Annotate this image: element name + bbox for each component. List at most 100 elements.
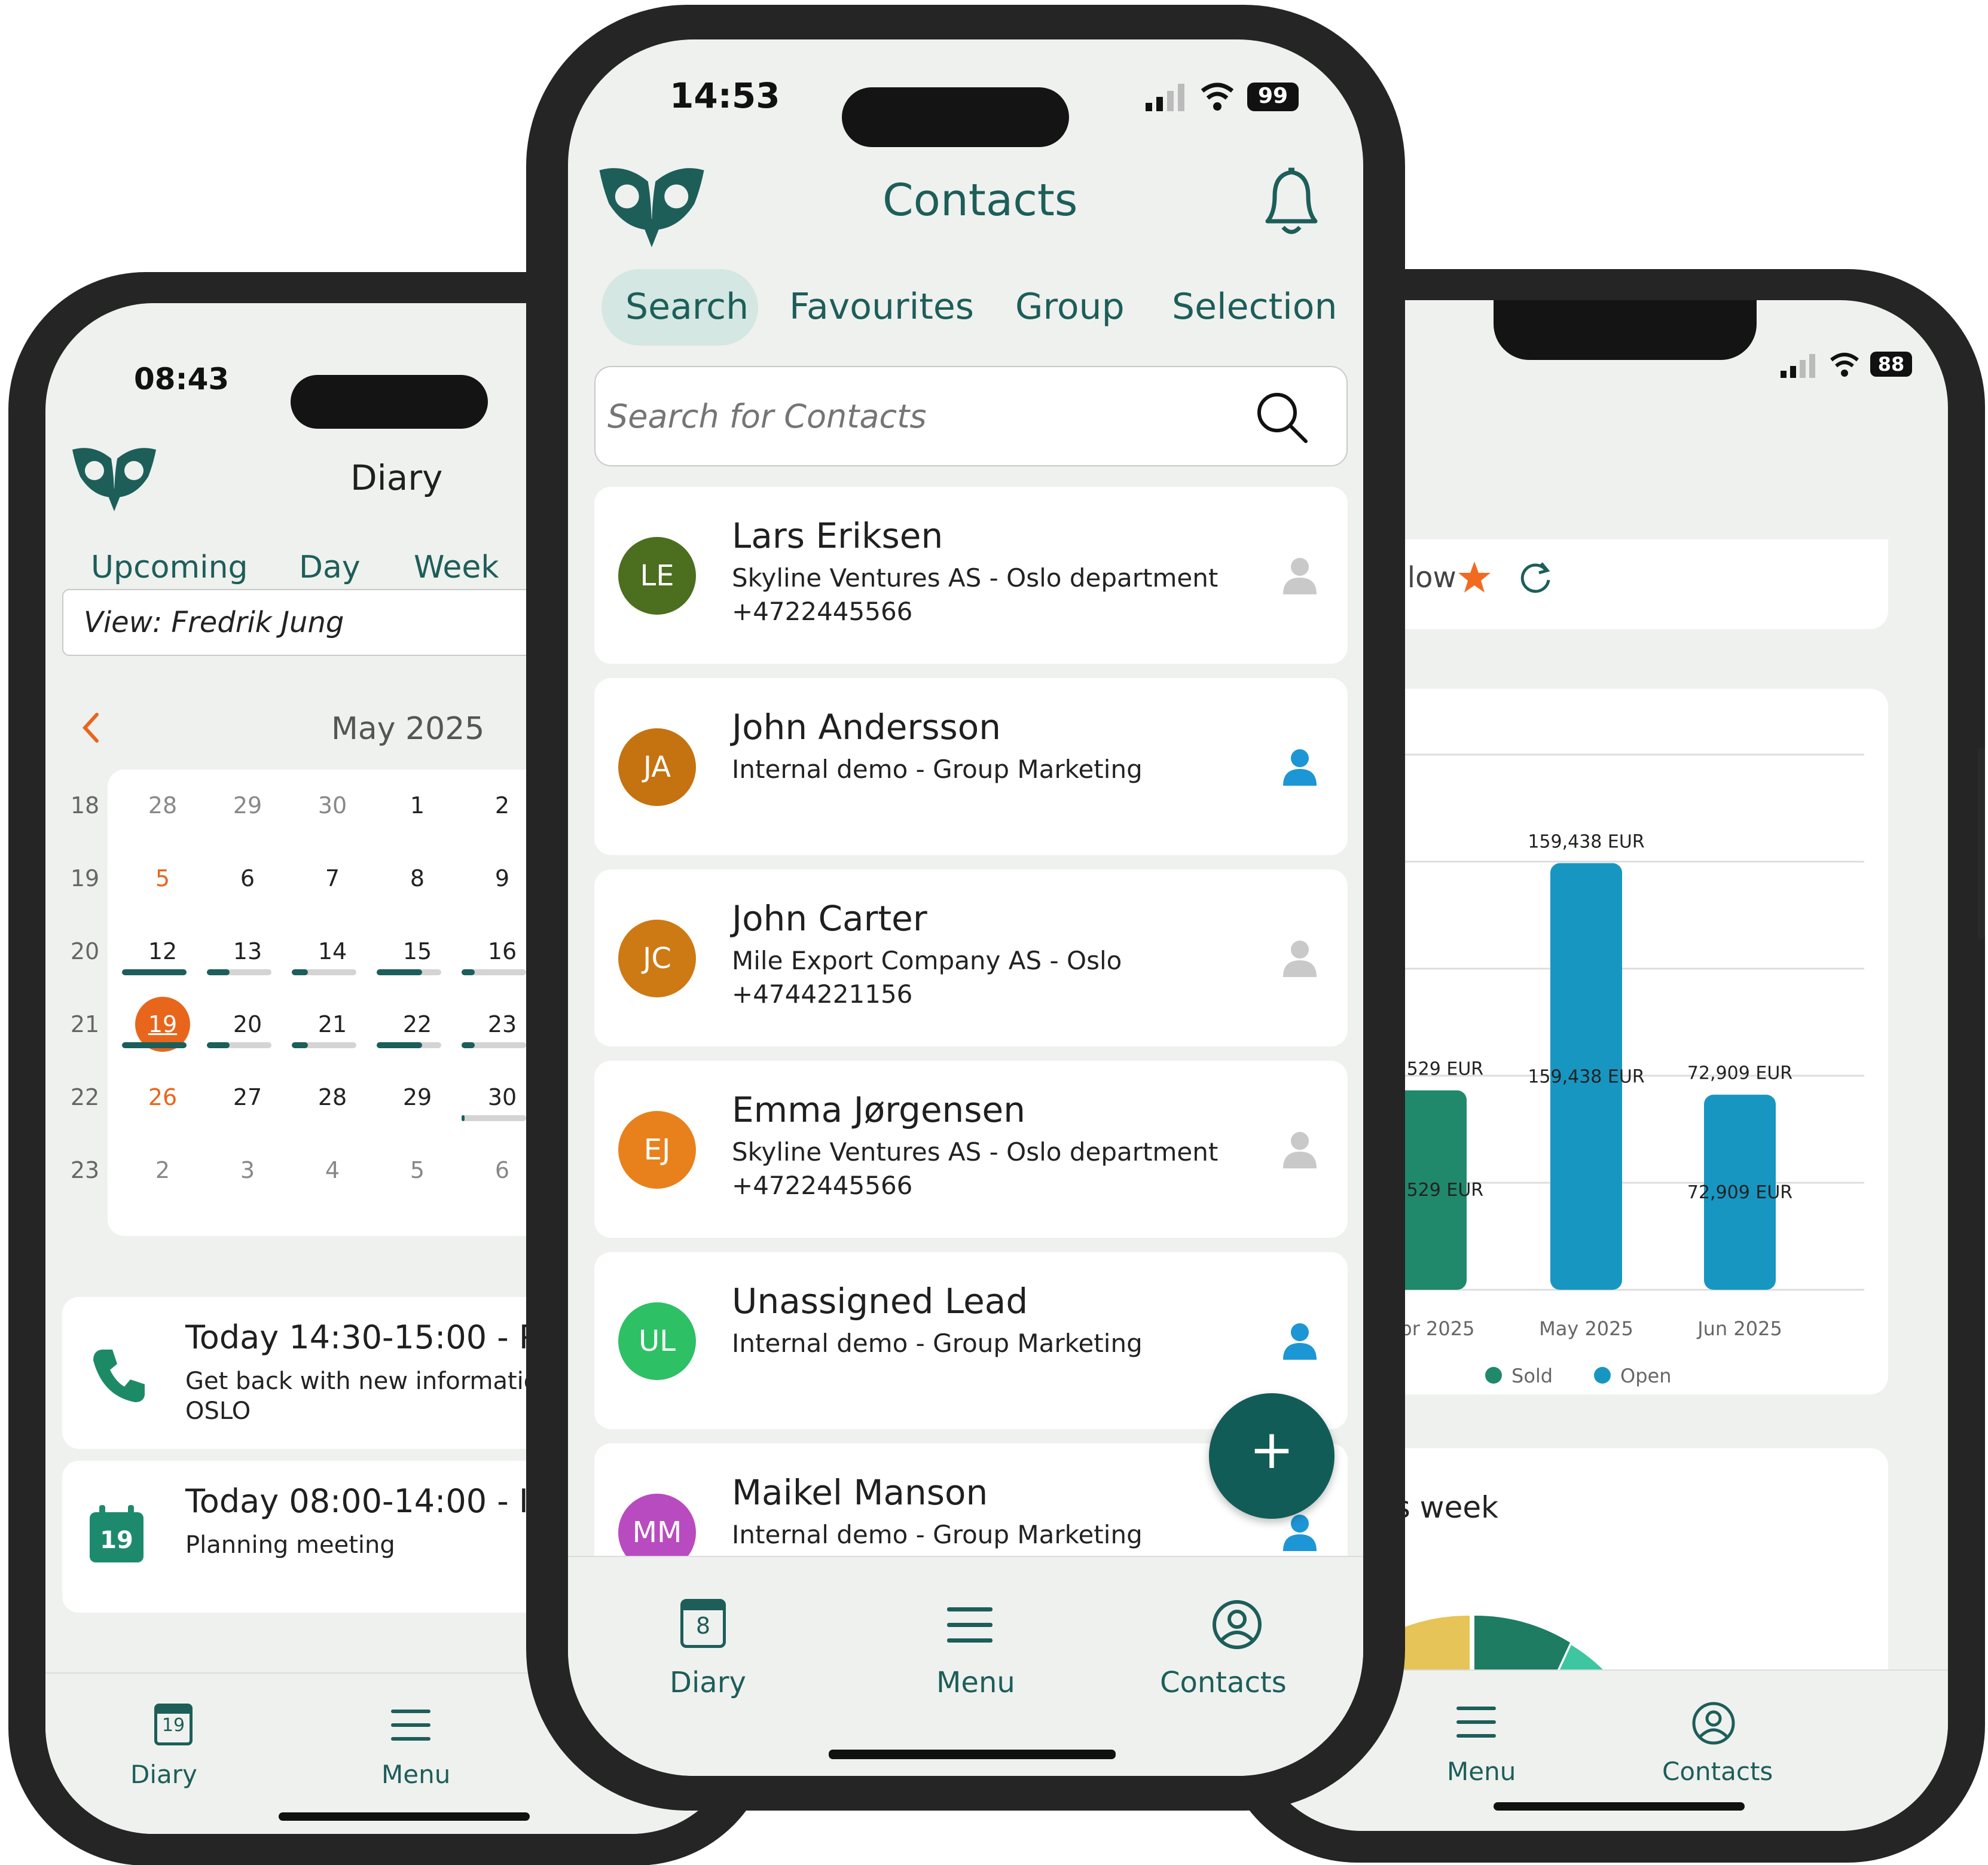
calendar-day[interactable]: 28 xyxy=(139,792,187,819)
calendar-day[interactable]: 5 xyxy=(139,865,187,892)
view-selector-value: View: Fredrik Jung xyxy=(84,606,344,639)
calendar-day[interactable]: 1 xyxy=(393,792,441,819)
calendar-day[interactable]: 14 xyxy=(309,938,356,964)
calendar-day[interactable]: 30 xyxy=(478,1084,526,1110)
calendar-day[interactable]: 27 xyxy=(224,1084,271,1110)
contact-name: John Andersson xyxy=(732,707,1001,747)
search-input[interactable] xyxy=(607,385,1229,447)
busy-bar-fill xyxy=(207,969,230,975)
nav-contacts[interactable]: Contacts xyxy=(1649,1701,1781,1796)
bell-icon[interactable] xyxy=(1256,163,1327,240)
calendar-day[interactable]: 12 xyxy=(139,938,187,964)
nav-diary[interactable]: 8 Diary xyxy=(640,1593,777,1713)
nav-diary[interactable]: 19 Diary xyxy=(117,1704,225,1799)
calendar-day[interactable]: 6 xyxy=(224,865,271,892)
wifi-icon xyxy=(1830,353,1859,377)
search-box[interactable] xyxy=(594,366,1348,466)
busy-bar-fill xyxy=(462,1042,475,1048)
chevron-left-icon[interactable] xyxy=(79,710,103,746)
calendar-day[interactable]: 15 xyxy=(393,938,441,964)
search-icon[interactable] xyxy=(1253,389,1311,446)
tab-upcoming[interactable]: Upcoming xyxy=(91,550,248,585)
busy-bar-fill xyxy=(292,969,308,975)
calendar-day[interactable]: 29 xyxy=(393,1084,441,1110)
nav-contacts-label: Contacts xyxy=(1662,1757,1773,1786)
calendar-day[interactable]: 29 xyxy=(224,792,271,819)
avatar: JA xyxy=(618,728,696,806)
week-number: 21 xyxy=(70,1011,100,1037)
nav-menu[interactable]: Menu xyxy=(356,1704,464,1799)
cellular-icon xyxy=(1781,354,1815,378)
contact-card[interactable]: EJ Emma Jørgensen Skyline Ventures AS - Os… xyxy=(594,1061,1348,1238)
tab-group[interactable]: Group xyxy=(1015,286,1125,328)
busy-bar-fill xyxy=(292,1042,308,1048)
contact-company: Skyline Ventures AS - Oslo department xyxy=(732,1137,1219,1167)
appointment-location: OSLO xyxy=(185,1397,251,1425)
calendar-day[interactable]: 28 xyxy=(309,1084,356,1110)
calendar-day[interactable]: 5 xyxy=(393,1157,441,1183)
home-indicator xyxy=(1494,1802,1745,1811)
avatar: UL xyxy=(618,1302,696,1380)
week-number: 18 xyxy=(70,792,100,819)
home-indicator xyxy=(829,1750,1116,1759)
calendar-day[interactable]: 16 xyxy=(478,938,526,964)
contact-card[interactable]: JC John Carter Mile Export Company AS - Os… xyxy=(594,869,1348,1046)
nav-menu-label: Menu xyxy=(1447,1757,1516,1786)
calendar-day[interactable]: 3 xyxy=(224,1157,271,1183)
plus-icon: + xyxy=(1249,1418,1294,1481)
calendar-day[interactable]: 7 xyxy=(309,865,356,892)
avatar: LE xyxy=(618,537,696,615)
calendar-day[interactable]: 20 xyxy=(224,1011,271,1037)
calendar-day[interactable]: 30 xyxy=(309,792,356,819)
calendar-day[interactable]: 23 xyxy=(478,1011,526,1037)
appointment-text: Get back with new information xyxy=(185,1368,554,1395)
status-time: 14:53 xyxy=(670,75,780,116)
contact-phone: +4744221156 xyxy=(732,979,913,1009)
nav-menu[interactable]: Menu xyxy=(1422,1701,1529,1796)
calendar-icon: 8 xyxy=(680,1599,726,1648)
tab-search[interactable]: Search xyxy=(625,286,749,328)
contacts-icon xyxy=(1213,1600,1262,1649)
star-icon[interactable] xyxy=(1456,560,1492,596)
calendar-day[interactable]: 9 xyxy=(478,865,526,892)
add-contact-button[interactable]: + xyxy=(1209,1393,1335,1519)
refresh-icon[interactable] xyxy=(1517,560,1553,596)
busy-bar-fill xyxy=(377,1042,422,1048)
page-title: Contacts xyxy=(882,175,1078,226)
calendar-day[interactable]: 8 xyxy=(393,865,441,892)
calendar-day[interactable]: 13 xyxy=(224,938,271,964)
calendar-day[interactable]: 6 xyxy=(478,1157,526,1183)
calendar-day[interactable]: 4 xyxy=(309,1157,356,1183)
calendar-day[interactable]: 22 xyxy=(393,1011,441,1037)
nav-contacts[interactable]: Contacts xyxy=(1160,1593,1315,1713)
tab-favourites[interactable]: Favourites xyxy=(789,286,974,328)
person-blue-icon xyxy=(1283,749,1317,786)
calendar-day[interactable]: 2 xyxy=(139,1157,187,1183)
contact-card[interactable]: UL Unassigned Lead Internal demo - Group M… xyxy=(594,1252,1348,1429)
nav-menu-label: Menu xyxy=(936,1666,1015,1699)
appointment-text: Planning meeting xyxy=(185,1531,395,1559)
calendar-day[interactable]: 21 xyxy=(309,1011,356,1037)
person-blue-icon xyxy=(1283,1515,1317,1551)
contact-company: Internal demo - Group Marketing xyxy=(732,1520,1143,1549)
calendar-day[interactable]: 26 xyxy=(139,1084,187,1110)
contact-company: Skyline Ventures AS - Oslo department xyxy=(732,563,1219,593)
contact-card[interactable]: LE Lars Eriksen Skyline Ventures AS - Oslo… xyxy=(594,487,1348,664)
busy-bar xyxy=(462,1115,526,1121)
contacts-phone: 14:53 99 Contacts Search Favourites Grou… xyxy=(526,5,1405,1811)
calendar-day[interactable]: 19 xyxy=(139,1011,187,1037)
nav-menu[interactable]: Menu xyxy=(903,1593,1040,1713)
contact-card[interactable]: JA John Andersson Internal demo - Group Ma… xyxy=(594,678,1348,855)
data-label: 72,909 EUR xyxy=(1687,1063,1792,1084)
tab-week[interactable]: Week xyxy=(414,550,499,585)
home-indicator xyxy=(279,1812,530,1821)
avatar: EJ xyxy=(618,1111,696,1189)
menu-icon xyxy=(1456,1707,1496,1738)
calendar-day[interactable]: 2 xyxy=(478,792,526,819)
busy-bar-fill xyxy=(122,1042,187,1048)
calendar-icon: 19 xyxy=(90,1505,143,1562)
tab-day[interactable]: Day xyxy=(299,550,361,585)
contact-phone: +4722445566 xyxy=(732,597,913,626)
tab-selection[interactable]: Selection xyxy=(1172,286,1337,328)
busy-bar-fill xyxy=(462,1115,465,1121)
